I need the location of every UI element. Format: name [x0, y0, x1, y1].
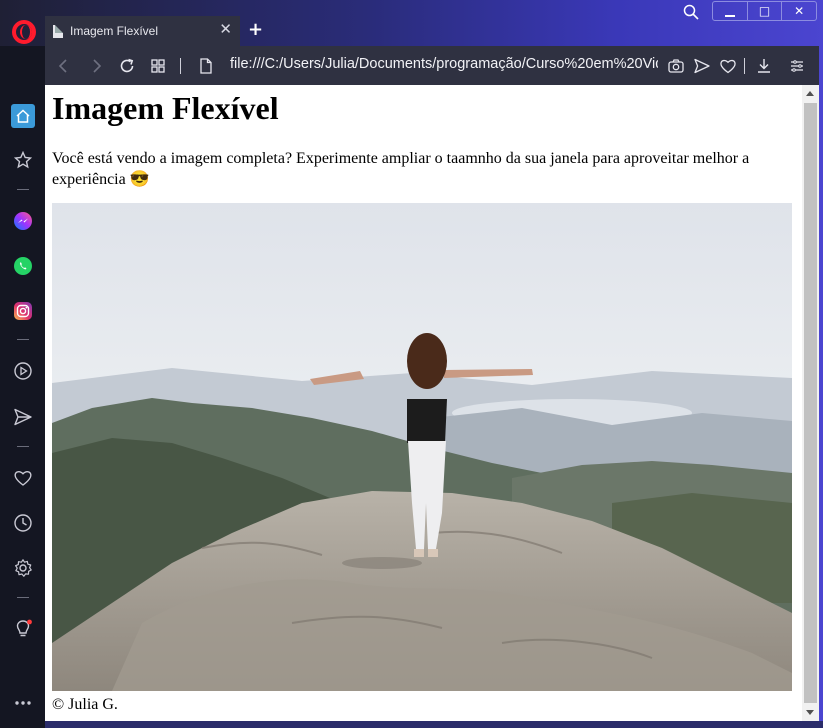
heart-icon[interactable]	[11, 466, 35, 490]
title-bar: Imagem Flexível ✕ + □ ✕	[0, 0, 823, 46]
new-tab-button[interactable]: +	[248, 20, 263, 40]
scroll-up-icon[interactable]	[806, 91, 814, 96]
page-paragraph: Você está vendo a imagem completa? Exper…	[52, 150, 750, 188]
mountain-photo	[52, 203, 792, 691]
tab-imagem-flexivel[interactable]: Imagem Flexível ✕	[45, 16, 240, 46]
star-icon[interactable]	[11, 148, 35, 172]
maximize-icon: □	[758, 4, 771, 18]
close-button[interactable]: ✕	[782, 2, 816, 20]
send-icon[interactable]	[11, 405, 35, 429]
scrollbar-thumb[interactable]	[804, 103, 817, 703]
lightbulb-icon[interactable]	[11, 617, 35, 641]
camera-icon[interactable]	[667, 57, 685, 75]
page-icon	[53, 24, 63, 38]
heart-icon[interactable]	[719, 57, 737, 75]
sidebar-divider	[17, 189, 29, 190]
maximize-button[interactable]: □	[746, 2, 783, 20]
sidebar	[0, 46, 45, 728]
toolbar-divider	[744, 58, 745, 74]
send-icon[interactable]	[693, 57, 711, 75]
vertical-scrollbar[interactable]	[802, 85, 819, 721]
tab-close-icon[interactable]: ✕	[219, 22, 232, 38]
more-icon[interactable]	[11, 691, 35, 715]
tabs-icon[interactable]	[149, 57, 167, 75]
reload-icon[interactable]	[118, 57, 136, 75]
window-border	[819, 46, 823, 728]
player-icon[interactable]	[11, 359, 35, 383]
address-toolbar: file:///C:/Users/Julia/Documents/program…	[45, 46, 819, 85]
page-viewport: Imagem Flexível Você está vendo a imagem…	[45, 85, 819, 721]
settings-icon[interactable]	[11, 556, 35, 580]
history-icon[interactable]	[11, 511, 35, 535]
download-icon[interactable]	[755, 57, 773, 75]
address-field[interactable]: file:///C:/Users/Julia/Documents/program…	[230, 56, 658, 72]
toolbar-divider	[180, 58, 181, 74]
opera-logo-icon[interactable]	[12, 20, 36, 44]
window-controls: □ ✕	[712, 1, 817, 21]
whatsapp-icon[interactable]	[11, 254, 35, 278]
close-icon: ✕	[794, 4, 805, 18]
sidebar-divider	[17, 339, 29, 340]
forward-icon[interactable]	[87, 57, 105, 75]
back-icon[interactable]	[55, 57, 73, 75]
minimize-icon	[724, 15, 735, 17]
tab-title: Imagem Flexível	[70, 24, 159, 38]
home-icon[interactable]	[11, 104, 35, 128]
scroll-down-icon[interactable]	[806, 710, 814, 715]
menu-icon[interactable]	[788, 57, 806, 75]
page-icon[interactable]	[197, 57, 215, 75]
minimize-button[interactable]	[713, 2, 747, 20]
page-title: Imagem Flexível	[52, 90, 279, 126]
sidebar-divider	[17, 446, 29, 447]
sidebar-divider	[17, 597, 29, 598]
search-icon[interactable]	[683, 4, 699, 20]
photo-credit: © Julia G.	[52, 696, 118, 713]
window-border	[45, 721, 823, 728]
messenger-icon[interactable]	[11, 209, 35, 233]
instagram-icon[interactable]	[11, 299, 35, 323]
